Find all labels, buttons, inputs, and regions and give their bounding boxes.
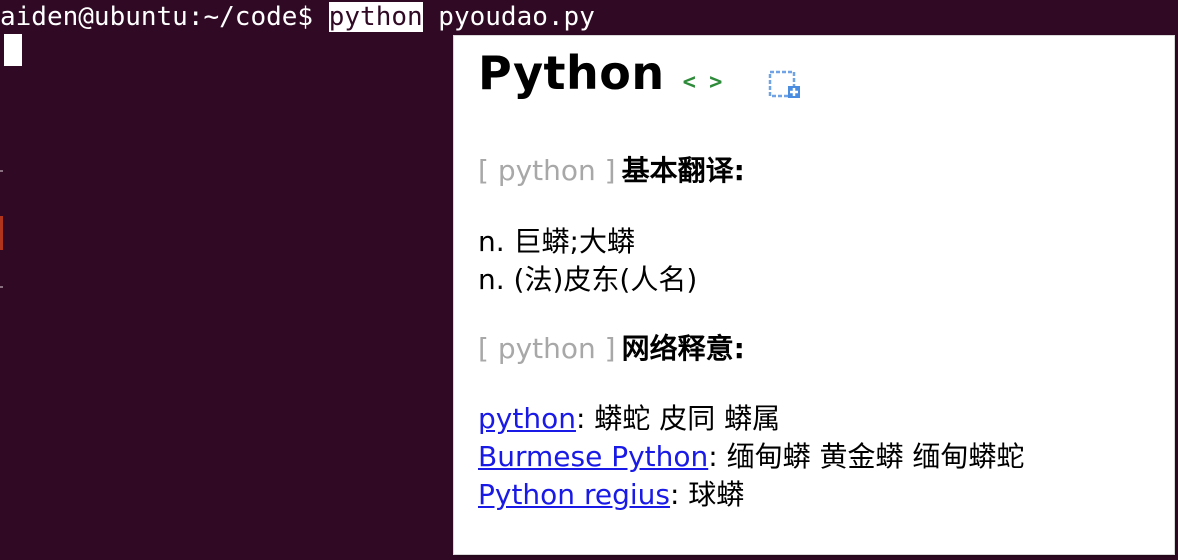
headword-row: Python < > — [478, 46, 723, 100]
edge-divider — [0, 170, 3, 172]
shell-prompt: aiden@ubuntu:~/code$ — [0, 2, 329, 32]
web-item: Burmese Python: 缅甸蟒 黄金蟒 缅甸蟒蛇 — [478, 438, 1024, 476]
web-meaning-list: python: 蟒蛇 皮同 蟒属 Burmese Python: 缅甸蟒 黄金蟒… — [478, 400, 1024, 514]
basic-bracket: [ python ] — [478, 154, 616, 187]
web-label: 网络释意: — [621, 332, 745, 365]
web-meaning: : 蟒蛇 皮同 蟒属 — [575, 402, 781, 435]
command-line: aiden@ubuntu:~/code$ python pyoudao.py — [0, 0, 595, 34]
web-meaning-heading: [ python ] 网络释意: — [478, 332, 745, 366]
web-term-link[interactable]: Burmese Python — [478, 440, 708, 473]
web-term-link[interactable]: python — [478, 402, 576, 435]
dictionary-popup: Python < > [ python ] 基本翻译: n. 巨蟒;大蟒 n. (… — [454, 36, 1174, 554]
edge-divider — [0, 286, 3, 288]
web-bracket: [ python ] — [478, 332, 616, 365]
web-item: python: 蟒蛇 皮同 蟒属 — [478, 400, 1024, 438]
basic-translation-heading: [ python ] 基本翻译: — [478, 154, 745, 188]
translation-line: n. 巨蟒;大蟒 — [478, 225, 635, 258]
basic-label: 基本翻译: — [621, 154, 745, 187]
terminal-window[interactable]: aiden@ubuntu:~/code$ python pyoudao.py P… — [0, 0, 1178, 560]
selected-word[interactable]: python — [328, 2, 423, 32]
headword: Python — [478, 46, 665, 100]
web-item: Python regius: 球蟒 — [478, 476, 1024, 514]
translation-line: n. (法)皮东(人名) — [478, 263, 698, 296]
terminal-cursor — [4, 34, 22, 66]
web-meaning: : 球蟒 — [669, 478, 745, 511]
command-args: pyoudao.py — [422, 2, 595, 32]
edge-marker — [0, 216, 3, 250]
basic-translation-list: n. 巨蟒;大蟒 n. (法)皮东(人名) — [478, 223, 697, 299]
web-term-link[interactable]: Python regius — [478, 478, 670, 511]
pronunciation: < > — [682, 70, 723, 95]
add-to-wordbook-icon[interactable] — [768, 68, 802, 102]
web-meaning: : 缅甸蟒 黄金蟒 缅甸蟒蛇 — [708, 440, 1025, 473]
